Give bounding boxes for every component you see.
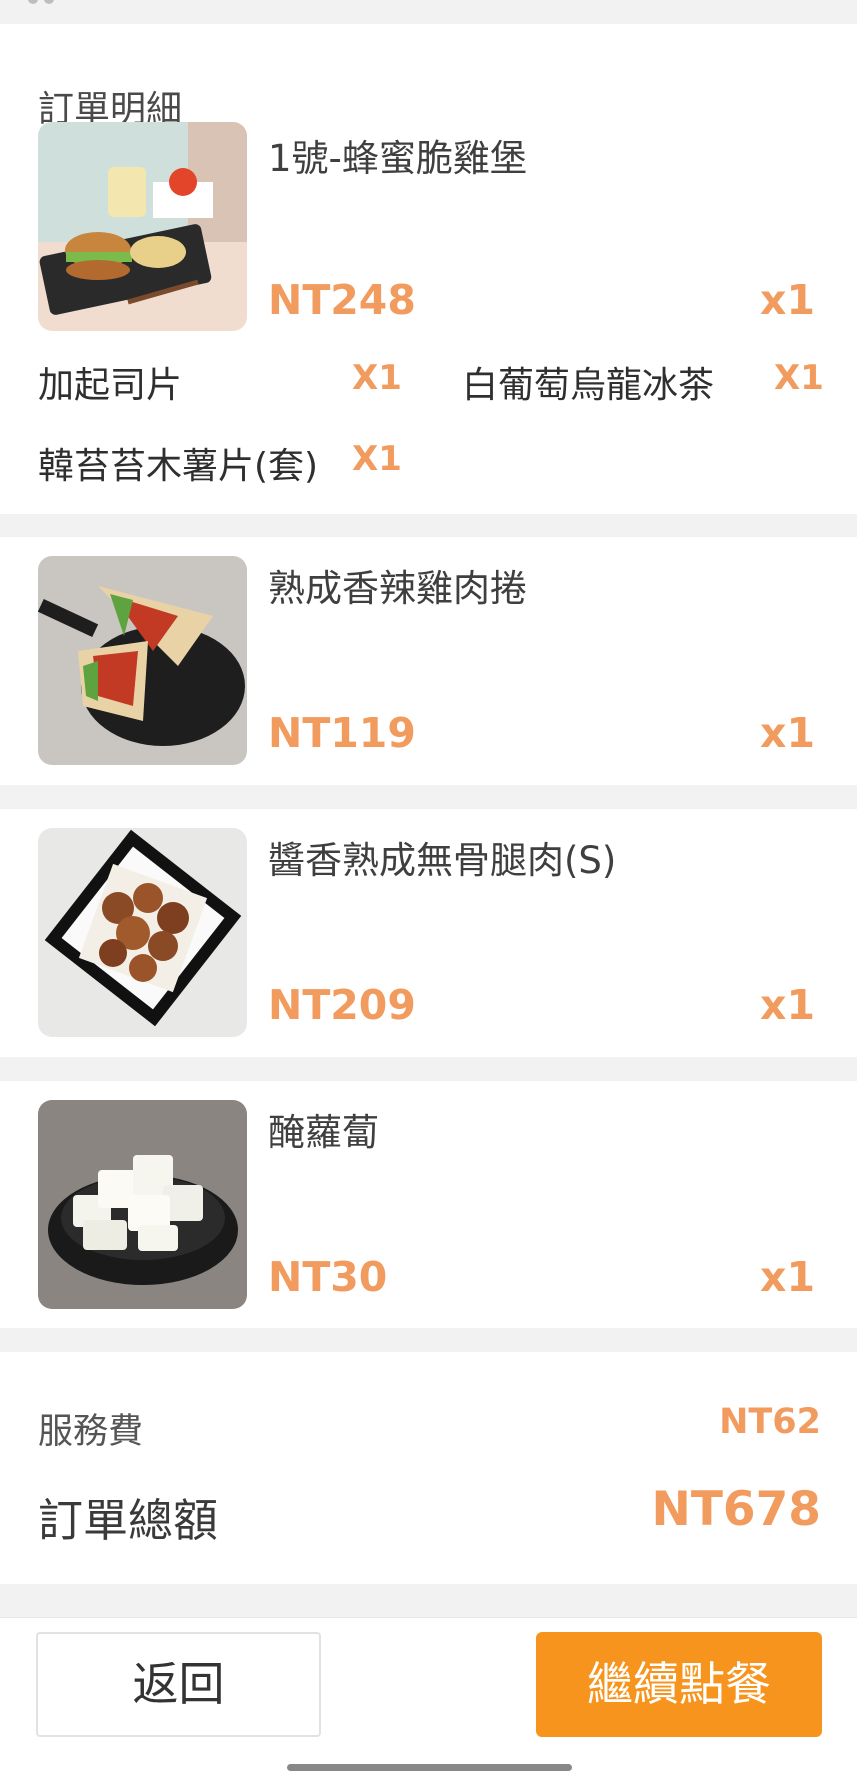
addon-label: 白葡萄烏龍冰茶 — [462, 365, 715, 406]
item-price: NT248 — [268, 276, 416, 324]
item-quantity: x1 — [760, 981, 815, 1029]
item-price: NT209 — [268, 981, 416, 1029]
item-price: NT119 — [268, 709, 416, 757]
home-indicator[interactable] — [287, 1764, 572, 1771]
order-summary: 服務費 NT62 訂單總額 NT678 — [0, 1352, 857, 1584]
addon-label: 加起司片 — [38, 365, 183, 406]
order-item-card: 訂單明細 1號-蜂蜜脆雞堡 NT248 x1 加起司片 X1 白葡萄烏龍冰茶 X… — [0, 24, 857, 514]
item-price: NT30 — [268, 1253, 388, 1301]
service-fee-value: NT62 — [719, 1402, 821, 1442]
boneless-chicken-image — [38, 828, 247, 1037]
service-fee-label: 服務費 — [38, 1412, 144, 1452]
order-item-card: 醃蘿蔔 NT30 x1 — [0, 1081, 857, 1328]
item-quantity: x1 — [760, 709, 815, 757]
top-strip — [0, 0, 857, 14]
order-item-card: 熟成香辣雞肉捲 NT119 x1 — [0, 537, 857, 785]
item-name: 醃蘿蔔 — [268, 1111, 379, 1154]
item-name: 1號-蜂蜜脆雞堡 — [268, 137, 527, 180]
item-quantity: x1 — [760, 1253, 815, 1301]
continue-ordering-button[interactable]: 繼續點餐 — [536, 1632, 822, 1737]
back-button[interactable]: 返回 — [36, 1632, 321, 1737]
order-item-card: 醬香熟成無骨腿肉(S) NT209 x1 — [0, 809, 857, 1057]
burger-set-image — [38, 122, 247, 331]
pickled-radish-image — [38, 1100, 247, 1309]
addon-quantity: X1 — [352, 439, 402, 479]
item-quantity: x1 — [760, 276, 815, 324]
addon-quantity: X1 — [352, 358, 402, 398]
addon-quantity: X1 — [774, 358, 824, 398]
chicken-wrap-image — [38, 556, 247, 765]
item-name: 熟成香辣雞肉捲 — [268, 567, 527, 610]
order-total-value: NT678 — [651, 1482, 821, 1537]
partial-icon — [44, 0, 54, 4]
item-name: 醬香熟成無骨腿肉(S) — [268, 839, 617, 882]
partial-icon — [28, 0, 38, 4]
footer-bar: 返回 繼續點餐 — [0, 1617, 857, 1786]
addon-label: 韓苔苔木薯片(套) — [38, 446, 319, 487]
order-total-label: 訂單總額 — [38, 1494, 219, 1547]
